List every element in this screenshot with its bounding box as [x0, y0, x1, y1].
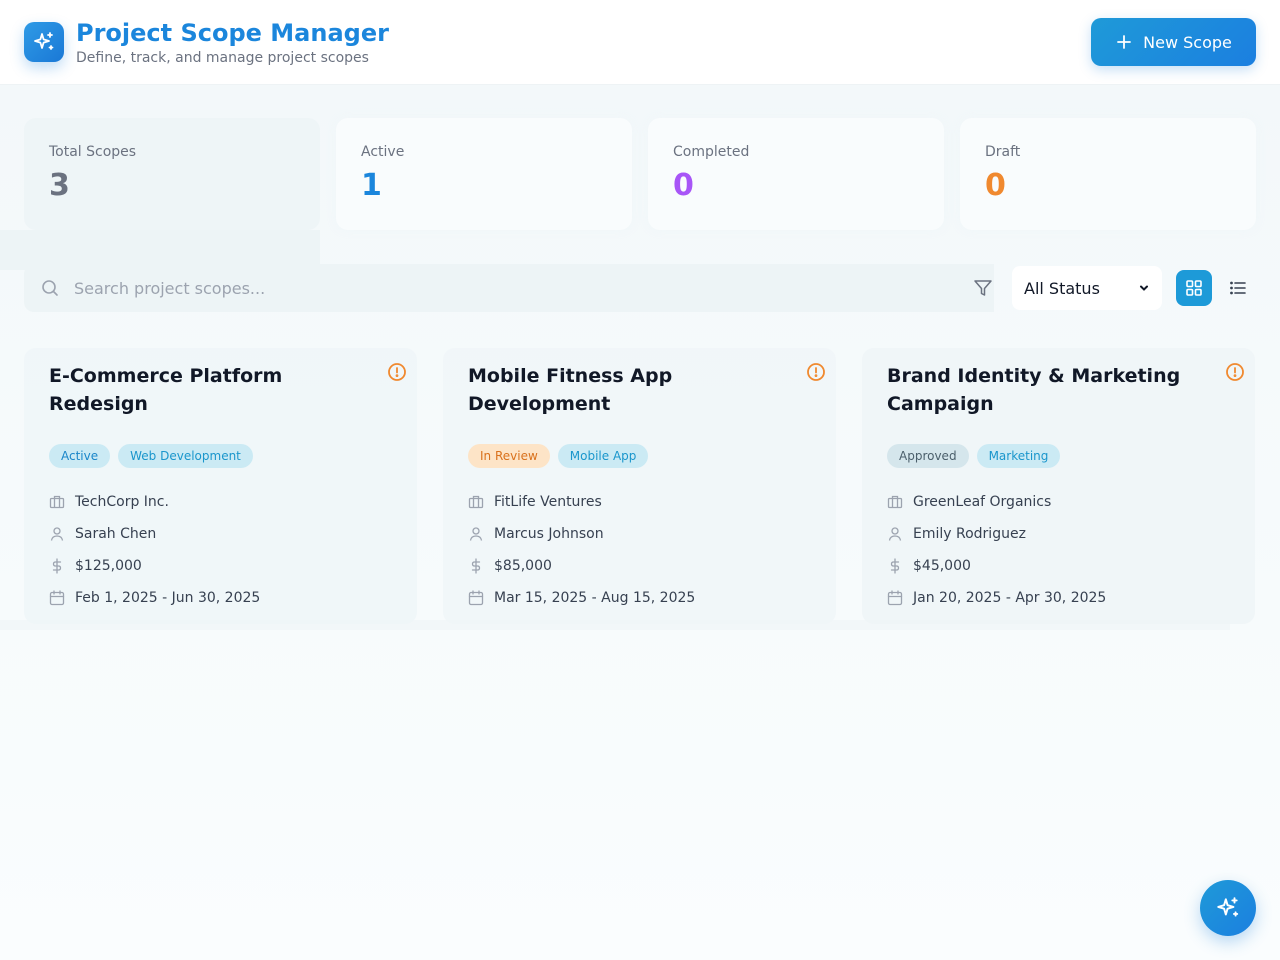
user-icon — [50, 527, 64, 541]
stat-label: Total Scopes — [49, 144, 137, 160]
client-row: FitLife Ventures — [468, 486, 811, 518]
manager-name: Emily Rodriguez — [913, 526, 1026, 542]
sparkles-icon — [34, 32, 54, 50]
search-box — [24, 264, 994, 312]
client-name: TechCorp Inc. — [75, 494, 169, 510]
budget-row: $45,000 — [887, 550, 1230, 582]
status-filter-select[interactable]: All Status — [1012, 266, 1162, 310]
client-name: FitLife Ventures — [494, 494, 602, 510]
category-badge: Marketing — [976, 444, 1061, 468]
app-header: Project Scope Manager Define, track, and… — [0, 0, 1280, 84]
status-badge: In Review — [468, 444, 550, 468]
stat-card-completed: Completed 0 — [648, 118, 944, 230]
user-icon — [469, 527, 483, 541]
manager-row: Marcus Johnson — [468, 518, 811, 550]
search-icon — [42, 280, 58, 296]
stat-value: 0 — [985, 168, 1006, 203]
dates-row: Feb 1, 2025 - Jun 30, 2025 — [49, 582, 392, 614]
scope-card[interactable]: Mobile Fitness App Development In Review… — [443, 348, 836, 624]
stat-label: Active — [361, 144, 405, 160]
ai-assistant-button[interactable] — [1200, 880, 1256, 936]
client-name: GreenLeaf Organics — [913, 494, 1052, 510]
dates-row: Jan 20, 2025 - Apr 30, 2025 — [887, 582, 1230, 614]
app-logo — [24, 22, 64, 62]
stat-value: 0 — [673, 168, 694, 203]
stat-card-active: Active 1 — [336, 118, 632, 230]
page-subtitle: Define, track, and manage project scopes — [76, 50, 369, 66]
stat-value: 3 — [49, 168, 70, 203]
manager-row: Emily Rodriguez — [887, 518, 1230, 550]
budget-value: $45,000 — [913, 558, 971, 574]
new-scope-button[interactable]: New Scope — [1091, 18, 1256, 66]
calendar-icon — [887, 590, 903, 606]
budget-row: $125,000 — [49, 550, 392, 582]
status-filter-value: All Status — [1024, 278, 1100, 298]
category-badge: Mobile App — [557, 444, 649, 468]
scope-card-grid: E-Commerce Platform Redesign Active Web … — [24, 348, 1255, 624]
dollar-icon — [890, 558, 900, 574]
date-range: Mar 15, 2025 - Aug 15, 2025 — [494, 590, 696, 606]
calendar-icon — [468, 590, 484, 606]
scope-title: Brand Identity & Marketing Campaign — [887, 365, 1181, 415]
calendar-icon — [49, 590, 65, 606]
date-range: Feb 1, 2025 - Jun 30, 2025 — [75, 590, 261, 606]
budget-value: $85,000 — [494, 558, 552, 574]
scope-title: E-Commerce Platform Redesign — [49, 365, 283, 415]
dates-row: Mar 15, 2025 - Aug 15, 2025 — [468, 582, 811, 614]
scope-card[interactable]: Brand Identity & Marketing Campaign Appr… — [862, 348, 1255, 624]
date-range: Jan 20, 2025 - Apr 30, 2025 — [913, 590, 1107, 606]
briefcase-icon — [49, 495, 65, 509]
filter-icon — [972, 277, 994, 299]
manager-name: Sarah Chen — [75, 526, 157, 542]
scope-card[interactable]: E-Commerce Platform Redesign Active Web … — [24, 348, 417, 624]
alert-circle-icon[interactable] — [387, 362, 407, 386]
user-icon — [888, 527, 902, 541]
chevron-down-icon — [1140, 285, 1148, 291]
list-icon — [1230, 281, 1246, 295]
status-badge: Approved — [887, 444, 969, 468]
toolbar: All Status — [24, 264, 1256, 312]
dollar-icon — [471, 558, 481, 574]
briefcase-icon — [887, 495, 903, 509]
stat-value: 1 — [361, 168, 382, 203]
client-row: GreenLeaf Organics — [887, 486, 1230, 518]
budget-value: $125,000 — [75, 558, 142, 574]
stat-card-draft: Draft 0 — [960, 118, 1256, 230]
scope-title: Mobile Fitness App Development — [468, 365, 673, 415]
dollar-icon — [52, 558, 62, 574]
stat-card-total: Total Scopes 3 — [24, 118, 320, 230]
grid-view-button[interactable] — [1176, 270, 1212, 306]
budget-row: $85,000 — [468, 550, 811, 582]
page-title: Project Scope Manager — [76, 19, 389, 47]
list-view-button[interactable] — [1220, 270, 1256, 306]
search-input[interactable] — [74, 278, 674, 298]
grid-icon — [1186, 280, 1202, 296]
stat-label: Completed — [673, 144, 750, 160]
client-row: TechCorp Inc. — [49, 486, 392, 518]
stat-label: Draft — [985, 144, 1021, 160]
briefcase-icon — [468, 495, 484, 509]
status-badge: Active — [49, 444, 111, 468]
new-scope-label: New Scope — [1143, 32, 1232, 52]
sparkles-icon — [1217, 897, 1239, 917]
alert-circle-icon[interactable] — [1225, 362, 1245, 386]
category-badge: Web Development — [118, 444, 253, 468]
manager-name: Marcus Johnson — [494, 526, 604, 542]
plus-icon — [1117, 35, 1132, 49]
manager-row: Sarah Chen — [49, 518, 392, 550]
alert-circle-icon[interactable] — [806, 362, 826, 386]
stats-row: Total Scopes 3 Active 1 Completed 0 Draf… — [24, 118, 1256, 230]
